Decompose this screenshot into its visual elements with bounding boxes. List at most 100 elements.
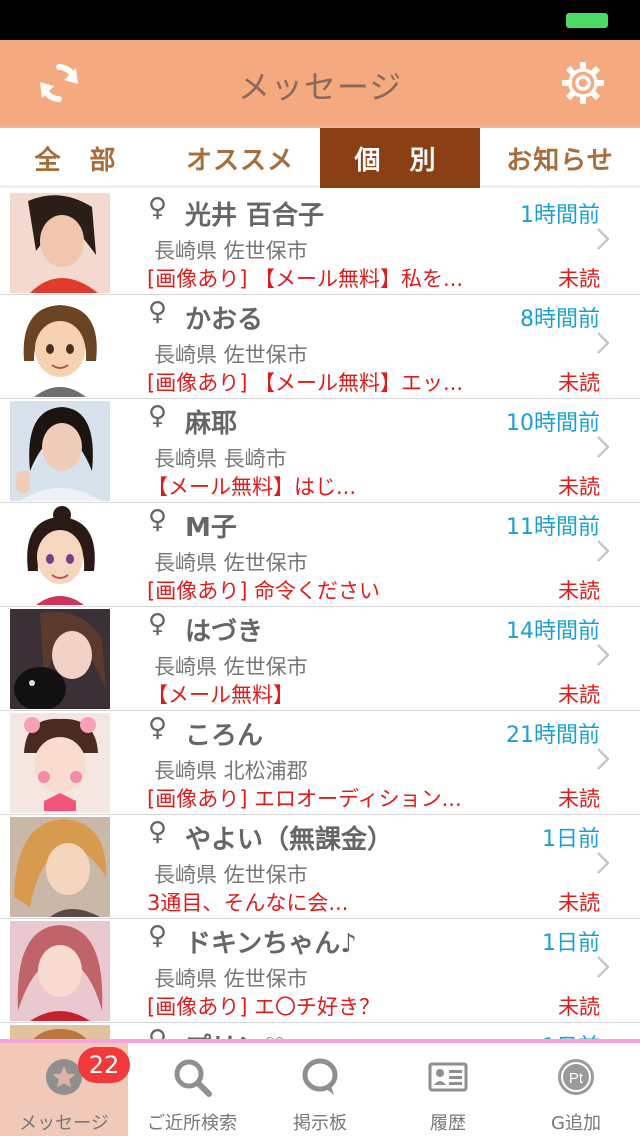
- sender-location: 長崎県 佐世保市: [154, 343, 308, 367]
- nav-bar: メッセージ: [0, 40, 640, 128]
- sender-name: ドキンちゃん♪: [185, 929, 357, 959]
- unread-status: 未読: [558, 579, 600, 603]
- avatar: [10, 401, 110, 501]
- speech-bubble-icon: [302, 1058, 338, 1095]
- female-icon: ♀: [148, 817, 168, 847]
- sender-name: かおる: [185, 305, 264, 335]
- tab-add-points[interactable]: Pt G追加: [512, 1043, 640, 1136]
- sender-location: 長崎県 長崎市: [154, 447, 287, 471]
- tab-label: G追加: [551, 1113, 601, 1134]
- chevron-right-icon: [597, 644, 610, 666]
- sender-name: プリン♡: [185, 1027, 286, 1039]
- chevron-right-icon: [597, 436, 610, 458]
- gear-icon[interactable]: [560, 60, 606, 106]
- message-preview: [画像あり] 【メール無料】エッ...: [147, 371, 464, 395]
- message-preview: [画像あり] エロオーディション...: [147, 787, 462, 811]
- female-icon: ♀: [148, 193, 168, 223]
- message-time: 11時間前: [506, 515, 600, 540]
- message-row[interactable]: ♀ プリン♡ 1日前: [0, 1023, 640, 1039]
- tab-all[interactable]: 全 部: [0, 128, 160, 188]
- sender-location: 長崎県 佐世保市: [154, 863, 308, 887]
- unread-status: 未読: [558, 683, 600, 707]
- message-time: 21時間前: [506, 723, 600, 748]
- unread-count-badge: 22: [78, 1047, 130, 1083]
- chevron-right-icon: [597, 852, 610, 874]
- tab-nearby-search[interactable]: ご近所検索: [128, 1043, 256, 1136]
- sender-name: はづき: [185, 617, 264, 647]
- female-icon: ♀: [148, 921, 168, 951]
- unread-status: 未読: [558, 891, 600, 915]
- sender-location: 長崎県 北松浦郡: [154, 759, 308, 783]
- message-row[interactable]: ♀ 麻耶 10時間前 長崎県 長崎市 【メール無料】はじ... 未読: [0, 399, 640, 503]
- tab-bulletin-board[interactable]: 掲示板: [256, 1043, 384, 1136]
- avatar: [10, 505, 110, 605]
- message-time: 8時間前: [520, 307, 600, 332]
- avatar: [10, 297, 110, 397]
- female-icon: ♀: [148, 297, 168, 327]
- female-icon: ♀: [148, 401, 168, 431]
- chevron-right-icon: [597, 332, 610, 354]
- tab-recommended[interactable]: オススメ: [160, 128, 320, 188]
- unread-status: 未読: [558, 787, 600, 811]
- message-time: 1時間前: [520, 203, 600, 228]
- avatar: [10, 193, 110, 293]
- svg-text:Pt: Pt: [569, 1070, 584, 1087]
- category-tabs: 全 部 オススメ 個 別 お知らせ: [0, 128, 640, 188]
- message-row[interactable]: ♀ はづき 14時間前 長崎県 佐世保市 【メール無料】 未読: [0, 607, 640, 711]
- tab-individual[interactable]: 個 別: [320, 128, 480, 188]
- message-preview: [画像あり] 命令ください: [147, 579, 381, 603]
- message-row[interactable]: ♀ かおる 8時間前 長崎県 佐世保市 [画像あり] 【メール無料】エッ... …: [0, 295, 640, 399]
- tab-label: メッセージ: [19, 1113, 109, 1134]
- tab-messages[interactable]: 22 メッセージ: [0, 1043, 130, 1136]
- message-preview: 3通目、そんなに会...: [147, 891, 349, 915]
- message-time: 1日前: [542, 827, 600, 852]
- avatar: [10, 713, 110, 813]
- message-row[interactable]: ♀ M子 11時間前 長崎県 佐世保市 [画像あり] 命令ください 未読: [0, 503, 640, 607]
- tab-label: ご近所検索: [147, 1113, 237, 1134]
- bottom-tab-bar: 22 メッセージ ご近所検索 掲示板 履歴 Pt G追加: [0, 1039, 640, 1136]
- sender-name: 光井 百合子: [185, 201, 325, 231]
- tab-label: 履歴: [430, 1113, 466, 1134]
- message-list: ♀ 光井 百合子 1時間前 長崎県 佐世保市 [画像あり] 【メール無料】私を.…: [0, 191, 640, 1039]
- unread-status: 未読: [558, 475, 600, 499]
- message-time: 1日前: [542, 1029, 600, 1039]
- unread-status: 未読: [558, 371, 600, 395]
- chevron-right-icon: [597, 748, 610, 770]
- id-card-icon: [428, 1062, 468, 1092]
- search-icon: [174, 1059, 212, 1097]
- sender-location: 長崎県 佐世保市: [154, 239, 308, 263]
- female-icon: ♀: [148, 609, 168, 639]
- message-preview: [画像あり] 【メール無料】私を...: [147, 267, 464, 291]
- chevron-right-icon: [597, 540, 610, 562]
- avatar: [10, 921, 110, 1021]
- sender-location: 長崎県 佐世保市: [154, 655, 308, 679]
- female-icon: ♀: [148, 713, 168, 743]
- status-bar: [0, 0, 640, 40]
- unread-status: 未読: [558, 995, 600, 1019]
- points-icon: Pt: [558, 1059, 594, 1095]
- sender-location: 長崎県 佐世保市: [154, 551, 308, 575]
- avatar: [10, 1025, 110, 1039]
- sender-location: 長崎県 佐世保市: [154, 967, 308, 991]
- message-time: 10時間前: [506, 411, 600, 436]
- unread-status: 未読: [558, 267, 600, 291]
- page-title: メッセージ: [237, 68, 403, 106]
- sender-name: ころん: [185, 721, 264, 751]
- sender-name: M子: [185, 513, 237, 543]
- battery-icon: [566, 13, 608, 28]
- message-row[interactable]: ♀ やよい（無課金） 1日前 長崎県 佐世保市 3通目、そんなに会... 未読: [0, 815, 640, 919]
- message-preview: [画像あり] エ〇チ好き？: [147, 995, 381, 1019]
- message-time: 1日前: [542, 931, 600, 956]
- message-time: 14時間前: [506, 619, 600, 644]
- message-row[interactable]: ♀ ドキンちゃん♪ 1日前 長崎県 佐世保市 [画像あり] エ〇チ好き？ 未読: [0, 919, 640, 1023]
- tab-history[interactable]: 履歴: [384, 1043, 512, 1136]
- tab-notices[interactable]: お知らせ: [480, 128, 640, 188]
- message-row[interactable]: ♀ 光井 百合子 1時間前 長崎県 佐世保市 [画像あり] 【メール無料】私を.…: [0, 191, 640, 295]
- message-preview: 【メール無料】: [147, 683, 294, 707]
- chevron-right-icon: [597, 956, 610, 978]
- sender-name: 麻耶: [185, 409, 238, 439]
- sender-name: やよい（無課金）: [185, 825, 394, 855]
- female-icon: ♀: [148, 505, 168, 535]
- message-preview: 【メール無料】はじ...: [147, 475, 357, 499]
- message-row[interactable]: ♀ ころん 21時間前 長崎県 北松浦郡 [画像あり] エロオーディション...…: [0, 711, 640, 815]
